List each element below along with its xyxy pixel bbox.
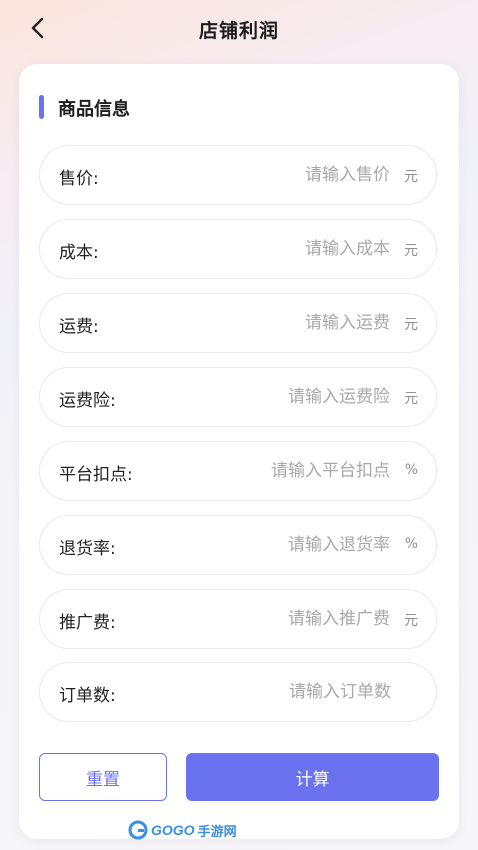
promotion-fee-field[interactable]: 推广费: 元 xyxy=(39,589,437,649)
section-title: 商品信息 xyxy=(58,99,130,120)
shipping-insurance-unit: 元 xyxy=(404,391,418,407)
promotion-fee-input[interactable] xyxy=(170,604,390,634)
promotion-fee-label: 推广费: xyxy=(59,613,116,633)
cost-label: 成本: xyxy=(59,243,99,263)
shipping-fee-input[interactable] xyxy=(170,308,390,338)
top-bar: 店铺利润 xyxy=(0,0,478,56)
platform-commission-unit: % xyxy=(404,462,418,478)
price-unit: 元 xyxy=(404,169,418,185)
return-rate-input[interactable] xyxy=(170,530,390,560)
promotion-fee-unit: 元 xyxy=(404,613,418,629)
platform-commission-input[interactable] xyxy=(170,456,390,486)
order-count-field[interactable]: 订单数: xyxy=(39,662,437,722)
cost-input[interactable] xyxy=(170,234,390,264)
price-input[interactable] xyxy=(170,160,390,190)
watermark-suffix: 手游网 xyxy=(197,823,237,839)
shipping-fee-field[interactable]: 运费: 元 xyxy=(39,293,437,353)
page-title: 店铺利润 xyxy=(198,20,279,42)
platform-commission-field[interactable]: 平台扣点: % xyxy=(39,441,437,501)
watermark: GOGO 手游网 xyxy=(128,820,237,840)
product-info-card: 商品信息 售价: 元 成本: 元 运费: 元 运费险: 元 平台扣点: % 退货… xyxy=(19,64,459,839)
return-rate-label: 退货率: xyxy=(59,539,116,559)
shipping-insurance-field[interactable]: 运费险: 元 xyxy=(39,367,437,427)
platform-commission-label: 平台扣点: xyxy=(59,465,133,485)
price-field[interactable]: 售价: 元 xyxy=(39,145,437,205)
gogo-logo-icon xyxy=(128,820,148,840)
calculate-button[interactable]: 计算 xyxy=(186,753,439,801)
cost-field[interactable]: 成本: 元 xyxy=(39,219,437,279)
reset-button[interactable]: 重置 xyxy=(39,753,167,801)
cost-unit: 元 xyxy=(404,243,418,259)
return-rate-unit: % xyxy=(404,536,418,552)
order-count-input[interactable] xyxy=(171,677,391,707)
return-rate-field[interactable]: 退货率: % xyxy=(39,515,437,575)
watermark-brand: GOGO xyxy=(151,822,195,838)
shipping-insurance-label: 运费险: xyxy=(59,391,116,411)
shipping-fee-label: 运费: xyxy=(59,317,99,337)
order-count-label: 订单数: xyxy=(59,686,116,706)
shipping-insurance-input[interactable] xyxy=(170,382,390,412)
shipping-fee-unit: 元 xyxy=(404,317,418,333)
section-accent-bar xyxy=(39,95,44,119)
price-label: 售价: xyxy=(59,169,99,189)
